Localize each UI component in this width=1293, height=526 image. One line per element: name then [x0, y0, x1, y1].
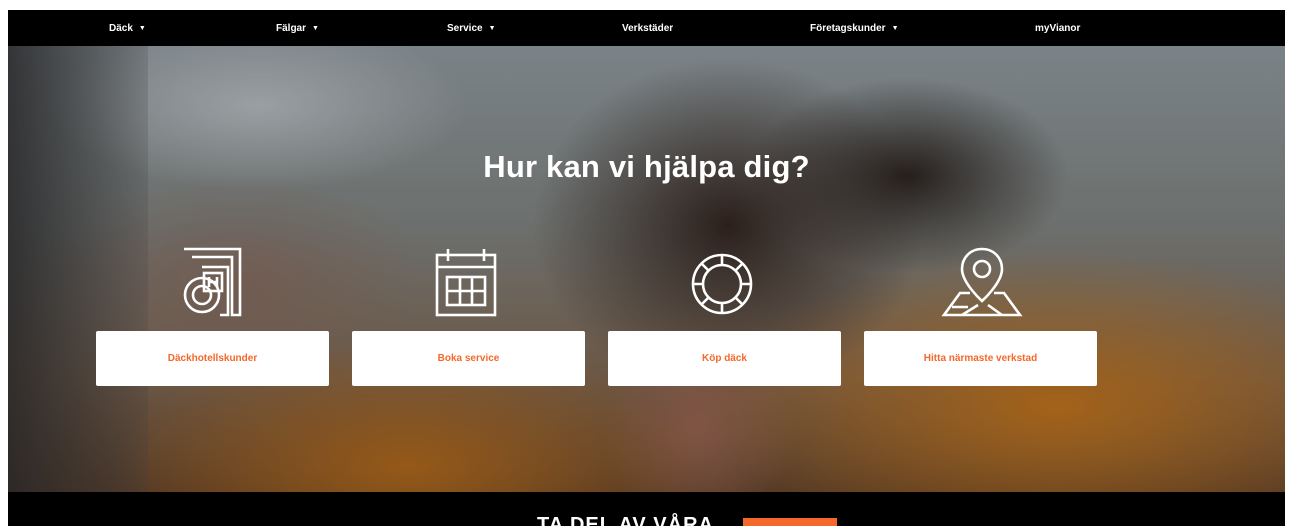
card-hitta-verkstad[interactable]: Hitta närmaste verkstad: [864, 331, 1097, 386]
promo-heading: TA DEL AV VÅRA: [537, 514, 714, 526]
caret-down-icon: ▼: [891, 24, 899, 32]
nav-item-label: Fälgar: [276, 22, 307, 34]
nav-item-myvianor[interactable]: myVianor: [1035, 10, 1080, 46]
hero-title: Hur kan vi hjälpa dig?: [483, 149, 810, 184]
caret-down-icon: ▼: [488, 24, 496, 32]
card-label: Hitta närmaste verkstad: [923, 353, 1038, 364]
tire-icon: [690, 247, 754, 317]
nav-item-foretagskunder[interactable]: Företagskunder ▼: [810, 10, 899, 46]
card-label: Boka service: [437, 353, 500, 364]
nav-item-label: myVianor: [1035, 22, 1081, 34]
nav-item-label: Verkstäder: [622, 22, 674, 34]
nav-item-label: Däck: [109, 22, 133, 34]
nav-item-falgar[interactable]: Fälgar ▼: [276, 10, 319, 46]
nav-item-label: Företagskunder: [810, 22, 886, 34]
card-boka-service[interactable]: Boka service: [352, 331, 585, 386]
caret-down-icon: ▼: [138, 24, 146, 32]
card-label: Däckhotellskunder: [167, 353, 258, 364]
nav-item-label: Service: [447, 22, 483, 34]
nav-item-verkstader[interactable]: Verkstäder: [622, 10, 673, 46]
nav-item-service[interactable]: Service ▼: [447, 10, 496, 46]
nav-item-dack[interactable]: Däck ▼: [109, 10, 146, 46]
calendar-icon: [434, 247, 498, 317]
promo-button[interactable]: [743, 518, 837, 526]
caret-down-icon: ▼: [312, 24, 319, 32]
main-navigation: Däck ▼ Fälgar ▼ Service ▼ Verkstäder För…: [8, 10, 1285, 46]
card-label: Köp däck: [701, 353, 747, 364]
card-dackhotellskunder[interactable]: Däckhotellskunder: [96, 331, 329, 386]
tire-hotel-icon: [178, 247, 242, 317]
card-kop-dack[interactable]: Köp däck: [608, 331, 841, 386]
map-pin-icon: [940, 247, 1024, 317]
